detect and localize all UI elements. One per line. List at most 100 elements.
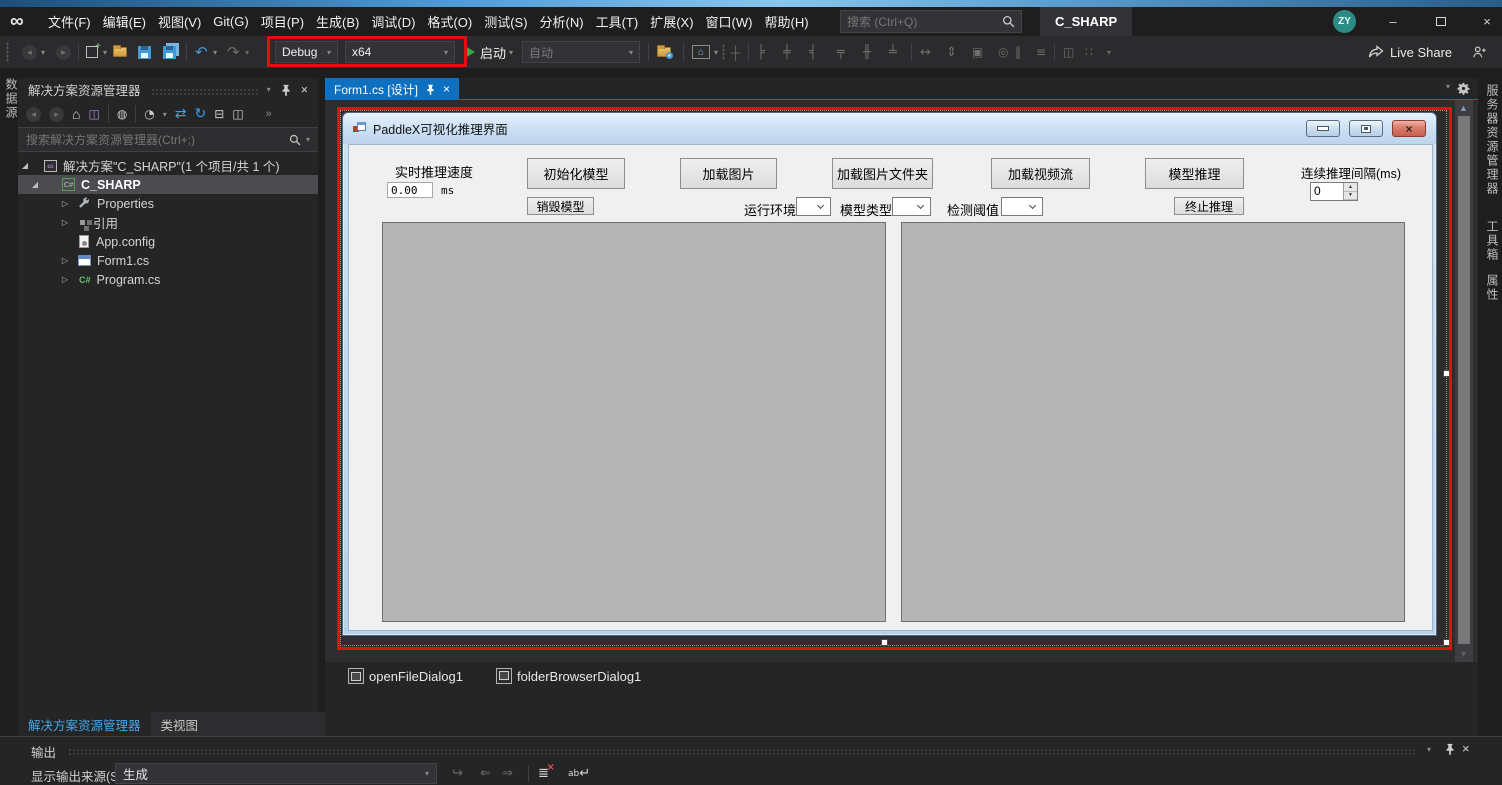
window-position-dropdown-icon[interactable]: ▾ [267,85,271,94]
menu-edit[interactable]: 编辑(E) [97,12,152,31]
minimize-window-button[interactable]: – [1376,7,1410,36]
tree-row-form1[interactable]: ▷ Form1.cs [18,251,318,270]
tab-form1-design[interactable]: Form1.cs [设计] × [325,78,459,100]
menu-test[interactable]: 测试(S) [478,12,533,31]
scroll-down-icon[interactable]: ▼ [1459,649,1468,659]
menu-extensions[interactable]: 扩展(X) [644,12,699,31]
make-same-width-icon[interactable]: ↔ [920,36,931,68]
se-forward-icon[interactable]: ▸ [49,107,64,122]
tab-solution-explorer[interactable]: 解决方案资源管理器 [18,712,151,736]
close-panel-icon[interactable]: × [301,83,308,97]
size-to-grid-icon[interactable]: ◎ [998,36,1008,68]
preview-dropdown-icon[interactable]: ▾ [714,48,718,57]
menu-debug[interactable]: 调试(D) [365,12,421,31]
refresh-icon[interactable]: ⇄ [175,106,187,122]
search-options-dropdown-icon[interactable]: ▾ [306,135,310,144]
window-position-dropdown-icon[interactable]: ▾ [1427,745,1431,754]
open-file-dialog-component[interactable]: openFileDialog1 [348,668,463,684]
send-to-back-icon[interactable]: ∷ [1085,36,1093,68]
align-bottoms-icon[interactable]: ╧ [889,36,897,68]
expanded-arrow-icon[interactable]: ◢ [20,161,30,170]
collapsed-arrow-icon[interactable]: ▷ [60,199,70,208]
forms-designer-surface[interactable]: PaddleX可视化推理界面 × 实时推理速度 ms 初始化模型 加载图片 加载… [325,100,1478,662]
preview-in-browser-icon[interactable]: ⌂ [692,45,710,59]
pin-icon[interactable] [281,84,291,96]
save-icon[interactable] [138,46,151,59]
navigate-forward-icon[interactable]: ▸ [56,45,71,60]
feedback-person-icon[interactable] [1472,45,1487,59]
undo-icon[interactable]: ↶ [195,36,208,68]
panel-drag-dots[interactable] [68,748,1417,755]
menu-file[interactable]: 文件(F) [42,12,97,31]
collapsed-arrow-icon[interactable]: ▷ [60,218,70,227]
toolbar-grip[interactable] [6,42,9,62]
menu-analyze[interactable]: 分析(N) [534,12,590,31]
active-files-dropdown-icon[interactable]: ▾ [1446,82,1450,91]
designer-vertical-scrollbar[interactable]: ▲ ▼ [1455,100,1473,662]
collapse-all-icon[interactable]: ⊟ [214,107,224,121]
tree-row-solution[interactable]: ◢ ∞ 解决方案"C_SHARP"(1 个项目/共 1 个) [18,156,318,175]
se-back-icon[interactable]: ◂ [26,107,41,122]
navigate-back-dropdown-icon[interactable]: ▾ [41,48,45,57]
open-file-icon[interactable] [113,47,127,57]
quick-search-box[interactable] [840,10,1022,33]
previous-message-icon[interactable]: ⇐ [480,763,491,784]
pin-icon[interactable] [426,84,435,95]
switch-views-icon[interactable]: ◫ [88,107,99,121]
new-project-icon[interactable] [86,46,98,58]
expanded-arrow-icon[interactable]: ◢ [30,180,40,189]
align-centers-icon[interactable]: ╪ [783,36,791,68]
clear-all-icon[interactable]: ≣× [538,763,549,784]
menu-tools[interactable]: 工具(T) [590,12,645,31]
pending-changes-filter-icon[interactable]: ◔ [144,107,154,121]
menu-git[interactable]: Git(G) [207,14,254,29]
tree-row-properties[interactable]: ▷ Properties [18,194,318,213]
tree-row-appconfig[interactable]: App.config [18,232,318,251]
new-project-dropdown-icon[interactable]: ▾ [103,48,107,57]
toolbar-overflow-icon[interactable]: ▾ [1107,48,1111,57]
start-dropdown-icon[interactable]: ▾ [509,48,513,57]
tree-row-references[interactable]: ▷ 引用 [18,213,318,232]
pin-icon[interactable] [1445,743,1455,755]
align-rights-icon[interactable]: ╡ [809,36,817,68]
toolbox-tab[interactable]: 工具箱 [1484,220,1501,262]
word-wrap-icon[interactable]: ab↵ [568,763,590,784]
show-all-files-icon[interactable]: ◍ [117,107,127,121]
output-source-dropdown[interactable]: 生成 ▾ [115,763,437,784]
menu-build[interactable]: 生成(B) [310,12,365,31]
make-same-size-icon[interactable]: ▣ [972,36,983,68]
attach-target-dropdown[interactable]: 自动▾ [522,41,640,63]
properties-tab[interactable]: 属性 [1484,274,1501,302]
account-avatar[interactable]: ZY [1333,10,1356,33]
menu-window[interactable]: 窗口(W) [700,12,759,31]
bring-to-front-icon[interactable]: ◫ [1063,36,1074,68]
server-explorer-tab[interactable]: 服务器资源管理器 [1484,84,1501,196]
horizontal-spacing-icon[interactable]: ‖ [1015,36,1021,68]
close-panel-icon[interactable]: × [1462,741,1470,756]
align-lefts-icon[interactable]: ╞ [757,36,765,68]
home-icon[interactable]: ⌂ [72,106,80,122]
goto-message-icon[interactable]: ↪ [452,763,463,784]
live-share-button[interactable]: Live Share [1390,36,1452,68]
scroll-up-icon[interactable]: ▲ [1459,103,1468,113]
menu-format[interactable]: 格式(O) [421,12,478,31]
menu-project[interactable]: 项目(P) [255,12,310,31]
gear-icon[interactable] [1457,82,1470,95]
collapsed-arrow-icon[interactable]: ▷ [60,256,70,265]
maximize-window-button[interactable] [1424,7,1458,36]
filter-dropdown-icon[interactable]: ▾ [163,110,167,119]
menu-view[interactable]: 视图(V) [152,12,207,31]
redo-dropdown-icon[interactable]: ▾ [245,48,249,57]
collapsed-arrow-icon[interactable]: ▷ [60,275,70,284]
undo-dropdown-icon[interactable]: ▾ [213,48,217,57]
align-tops-icon[interactable]: ╤ [837,36,845,68]
align-middles-icon[interactable]: ╫ [863,36,871,68]
tab-class-view[interactable]: 类视图 [151,712,209,736]
solution-name-badge[interactable]: C_SHARP [1040,7,1132,36]
next-message-icon[interactable]: ⇒ [502,763,513,784]
toolbar-overflow-chevron-icon[interactable]: » [266,108,272,120]
tree-row-project-csharp[interactable]: ◢ C# C_SHARP [18,175,318,194]
solution-explorer-search-input[interactable] [26,133,289,147]
close-document-icon[interactable]: × [443,82,450,96]
make-same-height-icon[interactable]: ⇕ [946,36,957,68]
